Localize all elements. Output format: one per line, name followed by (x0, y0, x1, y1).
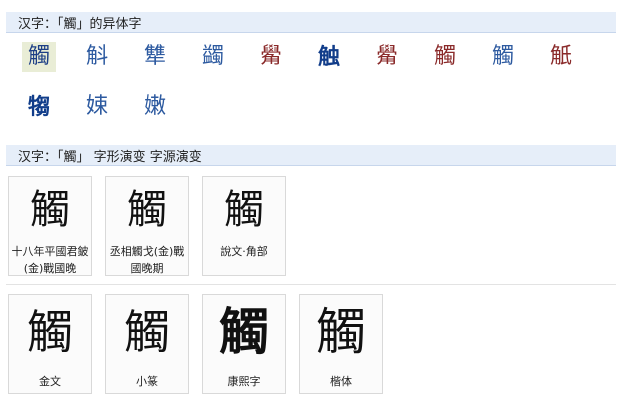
evolution-title: 汉字：「觸」 字形演变 字源演变 (18, 150, 202, 165)
glyph-image: 觸 (316, 303, 366, 361)
variant-char[interactable]: 觸 (22, 42, 56, 72)
glyph-caption: 丞相觸戈(金)戰國晚期 (109, 245, 185, 275)
glyph-card[interactable]: 觸 十八年平國君鈹(金)戰國晚 (8, 176, 92, 276)
row-divider (6, 284, 616, 285)
evolution-header: 汉字：「觸」 字形演变 字源演变 (6, 145, 616, 166)
variant-char[interactable]: 犨 (138, 42, 172, 72)
variant-char[interactable]: 娕 (80, 92, 114, 122)
variants-title: 汉字：「觸」的异体字 (18, 17, 142, 32)
glyph-caption: 康熙字 (227, 375, 261, 388)
evolution-panel: 汉字：「觸」 字形演变 字源演变 觸 十八年平國君鈹(金)戰國晚 觸 丞相觸戈(… (6, 145, 616, 407)
variant-char[interactable]: 觷 (370, 42, 404, 72)
variant-char[interactable]: 犓 (22, 92, 56, 122)
glyph-caption: 楷体 (330, 375, 352, 388)
variants-header: 汉字：「觸」的异体字 (6, 12, 616, 33)
glyph-card[interactable]: 觸 說文·角部 (202, 176, 286, 276)
variant-char[interactable]: 蠲 (196, 42, 230, 72)
variants-panel: 汉字：「觸」的异体字 觸 斛 犨 蠲 觷 触 觷 觸 觸 觗 犓 娕 嫩 (6, 10, 616, 133)
glyph-caption: 十八年平國君鈹(金)戰國晚 (11, 245, 89, 275)
variant-char[interactable]: 觷 (254, 42, 288, 72)
variant-char[interactable]: 触 (312, 42, 346, 72)
variant-char[interactable]: 斛 (80, 42, 114, 72)
variant-char[interactable]: 嫩 (138, 92, 172, 122)
glyph-card[interactable]: 觸 康熙字 (202, 294, 286, 394)
variant-char[interactable]: 觸 (486, 42, 520, 72)
glyph-image: 觸 (127, 187, 167, 233)
variant-char[interactable]: 觸 (428, 42, 462, 72)
glyph-image: 觸 (224, 187, 264, 233)
glyph-caption: 小篆 (136, 375, 158, 388)
glyph-card[interactable]: 觸 金文 (8, 294, 92, 394)
glyph-image: 觸 (30, 187, 70, 233)
glyph-card[interactable]: 觸 小篆 (105, 294, 189, 394)
glyph-card[interactable]: 觸 楷体 (299, 294, 383, 394)
glyph-image: 觸 (124, 305, 170, 359)
glyph-image: 觸 (27, 305, 73, 359)
glyph-caption: 金文 (39, 375, 61, 388)
variant-char[interactable]: 觗 (544, 42, 578, 72)
glyph-card[interactable]: 觸 丞相觸戈(金)戰國晚期 (105, 176, 189, 276)
glyph-image: 觸 (219, 302, 269, 361)
glyph-caption: 說文·角部 (220, 245, 268, 258)
